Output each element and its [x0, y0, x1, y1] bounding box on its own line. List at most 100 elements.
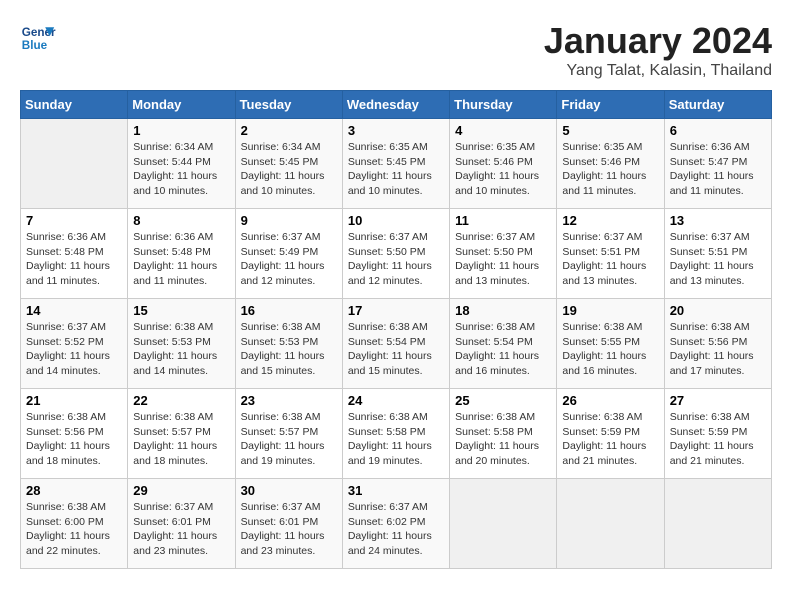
day-detail: Sunrise: 6:38 AM Sunset: 5:57 PM Dayligh…	[133, 410, 229, 469]
calendar-cell: 12 Sunrise: 6:37 AM Sunset: 5:51 PM Dayli…	[557, 209, 664, 299]
day-number: 7	[26, 213, 122, 228]
calendar-cell: 21Sunrise: 6:38 AM Sunset: 5:56 PM Dayli…	[21, 389, 128, 479]
calendar-cell: 26 Sunrise: 6:38 AM Sunset: 5:59 PM Dayli…	[557, 389, 664, 479]
calendar-cell: 20Sunrise: 6:38 AM Sunset: 5:56 PM Dayli…	[664, 299, 771, 389]
week-row-2: 7 Sunrise: 6:36 AM Sunset: 5:48 PM Daylig…	[21, 209, 772, 299]
calendar-cell: 8Sunrise: 6:36 AM Sunset: 5:48 PM Daylig…	[128, 209, 235, 299]
calendar-cell: 16 Sunrise: 6:38 AM Sunset: 5:53 PM Dayli…	[235, 299, 342, 389]
calendar-cell: 29 Sunrise: 6:37 AM Sunset: 6:01 PM Dayli…	[128, 479, 235, 569]
week-row-3: 14 Sunrise: 6:37 AM Sunset: 5:52 PM Dayli…	[21, 299, 772, 389]
day-number: 29	[133, 483, 229, 498]
day-detail: Sunrise: 6:37 AM Sunset: 6:01 PM Dayligh…	[241, 500, 337, 559]
day-detail: Sunrise: 6:37 AM Sunset: 5:51 PM Dayligh…	[562, 230, 658, 289]
weekday-sunday: Sunday	[21, 91, 128, 119]
calendar-table: SundayMondayTuesdayWednesdayThursdayFrid…	[20, 90, 772, 569]
title-section: January 2024 Yang Talat, Kalasin, Thaila…	[544, 20, 772, 80]
day-detail: Sunrise: 6:38 AM Sunset: 5:53 PM Dayligh…	[241, 320, 337, 379]
day-number: 12	[562, 213, 658, 228]
calendar-cell: 28 Sunrise: 6:38 AM Sunset: 6:00 PM Dayli…	[21, 479, 128, 569]
day-number: 3	[348, 123, 444, 138]
calendar-cell	[664, 479, 771, 569]
calendar-cell: 5 Sunrise: 6:35 AM Sunset: 5:46 PM Daylig…	[557, 119, 664, 209]
weekday-friday: Friday	[557, 91, 664, 119]
day-detail: Sunrise: 6:38 AM Sunset: 5:59 PM Dayligh…	[562, 410, 658, 469]
weekday-thursday: Thursday	[450, 91, 557, 119]
day-number: 25	[455, 393, 551, 408]
calendar-cell: 3 Sunrise: 6:35 AM Sunset: 5:45 PM Daylig…	[342, 119, 449, 209]
day-detail: Sunrise: 6:37 AM Sunset: 5:49 PM Dayligh…	[241, 230, 337, 289]
day-number: 11	[455, 213, 551, 228]
calendar-cell: 7 Sunrise: 6:36 AM Sunset: 5:48 PM Daylig…	[21, 209, 128, 299]
day-number: 21	[26, 393, 122, 408]
calendar-cell: 27Sunrise: 6:38 AM Sunset: 5:59 PM Dayli…	[664, 389, 771, 479]
day-detail: Sunrise: 6:37 AM Sunset: 5:52 PM Dayligh…	[26, 320, 122, 379]
calendar-cell: 24 Sunrise: 6:38 AM Sunset: 5:58 PM Dayli…	[342, 389, 449, 479]
calendar-cell: 17Sunrise: 6:38 AM Sunset: 5:54 PM Dayli…	[342, 299, 449, 389]
calendar-cell: 6 Sunrise: 6:36 AM Sunset: 5:47 PM Daylig…	[664, 119, 771, 209]
calendar-cell: 25 Sunrise: 6:38 AM Sunset: 5:58 PM Dayli…	[450, 389, 557, 479]
day-detail: Sunrise: 6:38 AM Sunset: 5:57 PM Dayligh…	[241, 410, 337, 469]
day-number: 16	[241, 303, 337, 318]
day-number: 19	[562, 303, 658, 318]
day-number: 13	[670, 213, 766, 228]
day-number: 5	[562, 123, 658, 138]
month-title: January 2024	[544, 20, 772, 62]
day-detail: Sunrise: 6:38 AM Sunset: 5:58 PM Dayligh…	[348, 410, 444, 469]
calendar-cell: 4 Sunrise: 6:35 AM Sunset: 5:46 PM Daylig…	[450, 119, 557, 209]
day-number: 26	[562, 393, 658, 408]
day-detail: Sunrise: 6:37 AM Sunset: 5:50 PM Dayligh…	[348, 230, 444, 289]
day-number: 24	[348, 393, 444, 408]
day-number: 23	[241, 393, 337, 408]
day-detail: Sunrise: 6:38 AM Sunset: 6:00 PM Dayligh…	[26, 500, 122, 559]
day-number: 6	[670, 123, 766, 138]
day-number: 2	[241, 123, 337, 138]
calendar-cell: 11Sunrise: 6:37 AM Sunset: 5:50 PM Dayli…	[450, 209, 557, 299]
weekday-wednesday: Wednesday	[342, 91, 449, 119]
calendar-cell: 22 Sunrise: 6:38 AM Sunset: 5:57 PM Dayli…	[128, 389, 235, 479]
day-number: 1	[133, 123, 229, 138]
day-number: 28	[26, 483, 122, 498]
day-detail: Sunrise: 6:37 AM Sunset: 6:02 PM Dayligh…	[348, 500, 444, 559]
day-number: 18	[455, 303, 551, 318]
day-number: 22	[133, 393, 229, 408]
day-detail: Sunrise: 6:35 AM Sunset: 5:46 PM Dayligh…	[455, 140, 551, 199]
calendar-cell	[450, 479, 557, 569]
day-detail: Sunrise: 6:38 AM Sunset: 5:54 PM Dayligh…	[455, 320, 551, 379]
calendar-cell: 18 Sunrise: 6:38 AM Sunset: 5:54 PM Dayli…	[450, 299, 557, 389]
weekday-saturday: Saturday	[664, 91, 771, 119]
week-row-4: 21Sunrise: 6:38 AM Sunset: 5:56 PM Dayli…	[21, 389, 772, 479]
calendar-cell: 2Sunrise: 6:34 AM Sunset: 5:45 PM Daylig…	[235, 119, 342, 209]
weekday-header-row: SundayMondayTuesdayWednesdayThursdayFrid…	[21, 91, 772, 119]
calendar-cell	[21, 119, 128, 209]
day-detail: Sunrise: 6:37 AM Sunset: 6:01 PM Dayligh…	[133, 500, 229, 559]
calendar-body: 1Sunrise: 6:34 AM Sunset: 5:44 PM Daylig…	[21, 119, 772, 569]
day-number: 10	[348, 213, 444, 228]
logo: General Blue	[20, 20, 56, 56]
day-number: 14	[26, 303, 122, 318]
calendar-cell: 23 Sunrise: 6:38 AM Sunset: 5:57 PM Dayli…	[235, 389, 342, 479]
calendar-cell: 10 Sunrise: 6:37 AM Sunset: 5:50 PM Dayli…	[342, 209, 449, 299]
day-number: 17	[348, 303, 444, 318]
calendar-cell: 31Sunrise: 6:37 AM Sunset: 6:02 PM Dayli…	[342, 479, 449, 569]
logo-icon: General Blue	[20, 20, 56, 56]
page-header: General Blue January 2024 Yang Talat, Ka…	[20, 20, 772, 80]
day-detail: Sunrise: 6:38 AM Sunset: 5:53 PM Dayligh…	[133, 320, 229, 379]
week-row-5: 28 Sunrise: 6:38 AM Sunset: 6:00 PM Dayli…	[21, 479, 772, 569]
day-detail: Sunrise: 6:38 AM Sunset: 5:55 PM Dayligh…	[562, 320, 658, 379]
day-number: 30	[241, 483, 337, 498]
day-number: 8	[133, 213, 229, 228]
svg-text:Blue: Blue	[22, 39, 48, 52]
day-number: 15	[133, 303, 229, 318]
day-detail: Sunrise: 6:35 AM Sunset: 5:45 PM Dayligh…	[348, 140, 444, 199]
day-detail: Sunrise: 6:38 AM Sunset: 5:56 PM Dayligh…	[670, 320, 766, 379]
day-detail: Sunrise: 6:36 AM Sunset: 5:47 PM Dayligh…	[670, 140, 766, 199]
weekday-tuesday: Tuesday	[235, 91, 342, 119]
day-detail: Sunrise: 6:36 AM Sunset: 5:48 PM Dayligh…	[26, 230, 122, 289]
day-detail: Sunrise: 6:38 AM Sunset: 5:58 PM Dayligh…	[455, 410, 551, 469]
day-detail: Sunrise: 6:35 AM Sunset: 5:46 PM Dayligh…	[562, 140, 658, 199]
week-row-1: 1Sunrise: 6:34 AM Sunset: 5:44 PM Daylig…	[21, 119, 772, 209]
day-number: 27	[670, 393, 766, 408]
calendar-cell: 19 Sunrise: 6:38 AM Sunset: 5:55 PM Dayli…	[557, 299, 664, 389]
day-number: 4	[455, 123, 551, 138]
calendar-cell: 15 Sunrise: 6:38 AM Sunset: 5:53 PM Dayli…	[128, 299, 235, 389]
